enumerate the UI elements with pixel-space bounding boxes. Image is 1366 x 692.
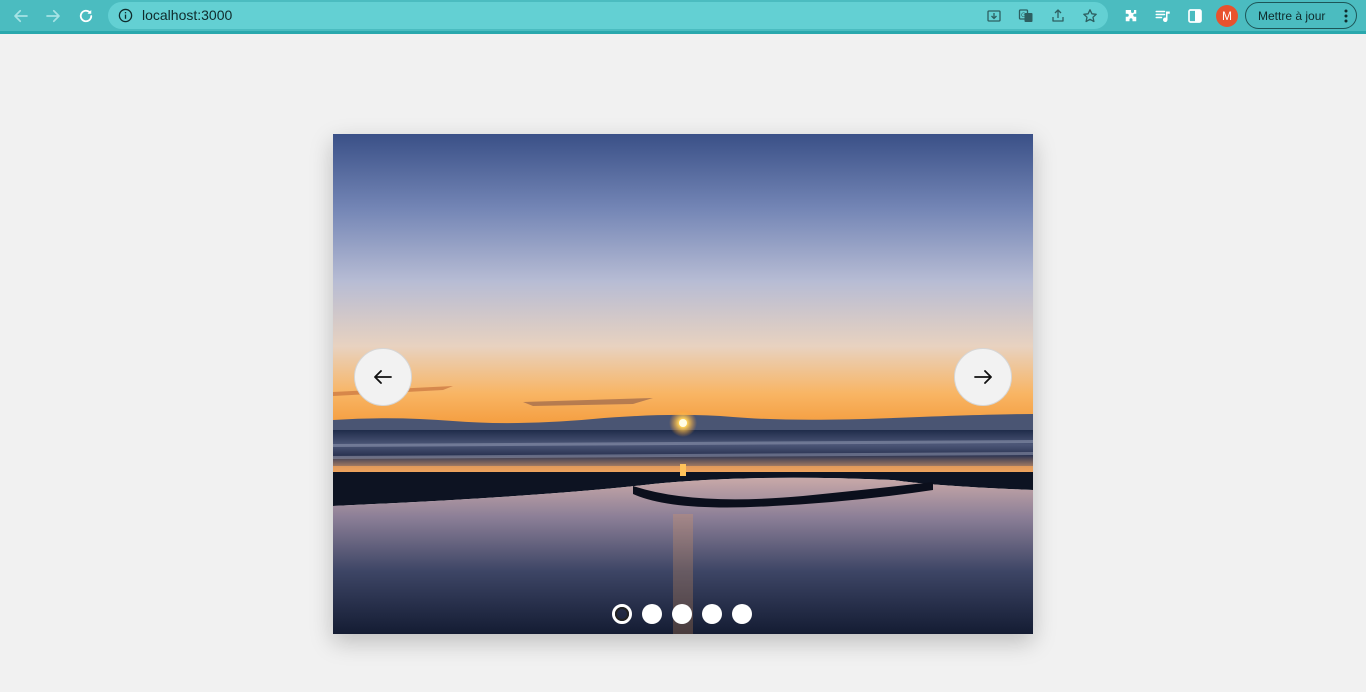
arrow-forward-icon <box>46 9 60 23</box>
more-vert-icon <box>1344 9 1348 23</box>
update-button[interactable]: Mettre à jour <box>1245 2 1357 29</box>
back-button[interactable] <box>9 5 33 27</box>
reload-button[interactable] <box>74 5 98 27</box>
slide-dot-1[interactable] <box>612 604 632 624</box>
share-icon[interactable] <box>1049 7 1067 25</box>
bookmark-star-icon[interactable] <box>1081 7 1099 25</box>
svg-text:G: G <box>1021 12 1026 19</box>
extensions-button[interactable] <box>1119 5 1143 27</box>
prev-slide-button[interactable] <box>354 348 412 406</box>
side-panel-icon <box>1188 9 1202 23</box>
media-button[interactable] <box>1151 5 1175 27</box>
url-text[interactable]: localhost:3000 <box>142 8 232 23</box>
install-app-icon[interactable] <box>985 7 1003 25</box>
side-panel-button[interactable] <box>1183 5 1207 27</box>
arrow-right-icon <box>974 370 992 384</box>
slide-image-sunset-beach <box>333 134 1033 634</box>
address-bar[interactable]: localhost:3000 G <box>108 2 1108 29</box>
slide-dot-2[interactable] <box>642 604 662 624</box>
puzzle-icon <box>1125 10 1137 22</box>
slide-dot-5[interactable] <box>732 604 752 624</box>
image-slider <box>333 134 1033 634</box>
site-info-icon[interactable] <box>118 8 133 23</box>
update-button-label: Mettre à jour <box>1258 8 1326 23</box>
arrow-back-icon <box>14 9 28 23</box>
browser-toolbar: localhost:3000 G M Mettre à jour <box>0 0 1366 34</box>
forward-button[interactable] <box>41 5 65 27</box>
slide-dot-3[interactable] <box>672 604 692 624</box>
profile-avatar[interactable]: M <box>1216 5 1238 27</box>
slide-dot-4[interactable] <box>702 604 722 624</box>
queue-music-icon <box>1155 10 1170 23</box>
next-slide-button[interactable] <box>954 348 1012 406</box>
reload-icon <box>79 9 93 23</box>
translate-icon[interactable]: G <box>1017 7 1035 25</box>
slide-indicators <box>612 604 754 624</box>
arrow-left-icon <box>374 370 392 384</box>
